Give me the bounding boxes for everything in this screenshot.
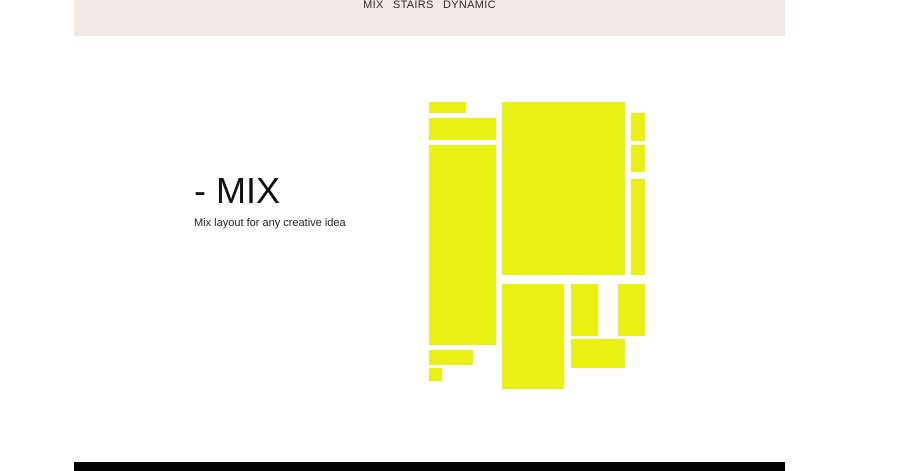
mosaic-tile <box>631 145 645 172</box>
mosaic-tile <box>571 339 625 368</box>
mosaic-tile <box>429 368 442 381</box>
mosaic-tile <box>502 102 625 275</box>
mosaic-tile <box>631 179 645 275</box>
footer-bar <box>74 462 785 471</box>
mosaic-tile <box>429 350 473 365</box>
mosaic-tile <box>429 145 496 345</box>
mosaic-tile <box>502 284 564 389</box>
mosaic-tile <box>618 284 645 336</box>
mosaic-tile <box>631 113 645 141</box>
mosaic-tile <box>571 284 598 336</box>
mosaic-tile <box>429 118 496 140</box>
mosaic-tile <box>429 102 466 113</box>
page: MIX STAIRS DYNAMIC - MIX Mix layout for … <box>0 0 900 471</box>
mix-layout-mosaic <box>0 0 900 471</box>
